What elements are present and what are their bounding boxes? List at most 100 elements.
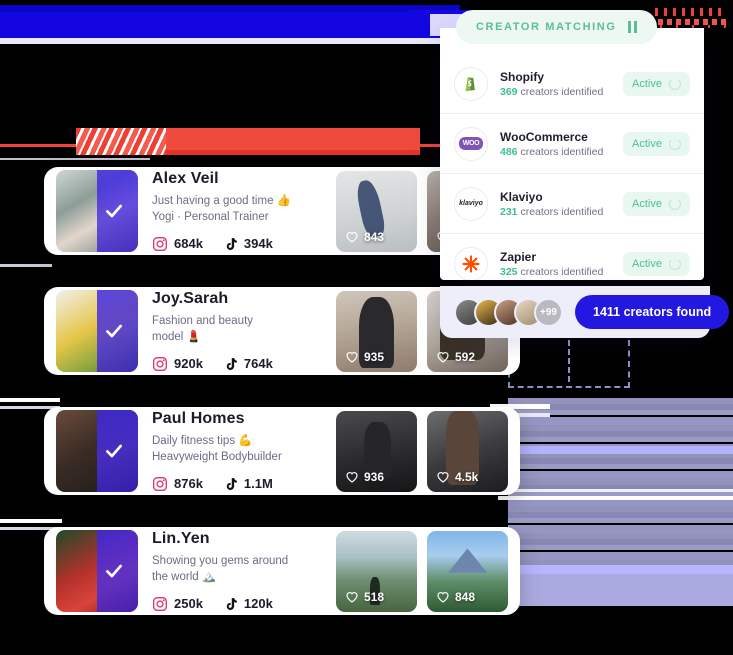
- loading-spinner-icon: [669, 197, 681, 210]
- creator-info: Paul Homes Daily fitness tips 💪 Heavywei…: [152, 410, 322, 491]
- post-thumbnail[interactable]: 843: [336, 170, 417, 252]
- panel-title: CREATOR MATCHING: [476, 21, 617, 33]
- integration-count-suffix: creators identified: [520, 145, 604, 158]
- glitch-red-hatch: [76, 128, 166, 155]
- tiktok-icon: [226, 477, 237, 490]
- heart-icon: [346, 591, 358, 603]
- tiktok-icon: [226, 357, 237, 370]
- creator-desc-line-1: Showing you gems around: [152, 555, 289, 568]
- glitch-red-line: [0, 144, 470, 147]
- status-badge[interactable]: Active: [623, 191, 690, 216]
- creator-info: Alex Veil Just having a good time 👍 Yogi…: [152, 170, 322, 251]
- tiktok-count: 120k: [243, 596, 273, 612]
- creator-stats: 876k 1.1M: [152, 476, 322, 492]
- instagram-icon: [153, 596, 167, 611]
- creator-desc-line-2: the world 🏔️: [152, 571, 217, 583]
- creator-desc-line-1: Just having a good time 👍: [152, 195, 291, 208]
- instagram-stat: 876k: [152, 476, 203, 492]
- status-badge[interactable]: Active: [623, 131, 690, 156]
- post-like-count: 843: [364, 229, 385, 244]
- post-like-count: 592: [455, 349, 476, 364]
- avatar: [56, 290, 138, 372]
- post-thumbnail[interactable]: 848: [427, 530, 508, 612]
- creator-posts: 936 4.5k: [336, 410, 508, 492]
- instagram-icon: [153, 356, 167, 371]
- integration-row[interactable]: Zapier 325 creators identified Active: [440, 234, 704, 280]
- glitch-blue-bar-top: [0, 5, 460, 12]
- integration-count: 231: [500, 205, 518, 218]
- check-icon: [106, 444, 122, 458]
- check-icon: [106, 564, 122, 578]
- creator-stats: 920k 764k: [152, 356, 322, 372]
- heart-icon: [437, 471, 449, 483]
- creator-desc-line-1: Fashion and beauty: [152, 315, 254, 328]
- integration-info: Shopify 369 creators identified: [500, 70, 611, 98]
- tiktok-stat: 764k: [223, 356, 273, 372]
- panel-footer: +99 1411 creators found: [440, 286, 730, 338]
- glitch-red-dots-2: [658, 19, 730, 25]
- integration-info: Klaviyo 231 creators identified: [500, 190, 611, 218]
- status-label: Active: [632, 197, 662, 210]
- integration-count-suffix: creators identified: [520, 85, 604, 98]
- creator-card[interactable]: Paul Homes Daily fitness tips 💪 Heavywei…: [44, 407, 520, 495]
- integration-name: Klaviyo: [500, 189, 543, 204]
- creator-name: Alex Veil: [152, 170, 219, 188]
- instagram-icon: [153, 236, 167, 251]
- post-thumbnail[interactable]: 935: [336, 290, 417, 372]
- instagram-count: 684k: [174, 236, 203, 252]
- post-likes: 4.5k: [436, 470, 478, 484]
- post-thumbnail[interactable]: 4.5k: [427, 410, 508, 492]
- creator-description: Showing you gems around the world 🏔️: [152, 554, 322, 585]
- integration-row[interactable]: WOO WooCommerce 486 creators identified …: [440, 114, 704, 174]
- instagram-stat: 250k: [152, 596, 203, 612]
- post-thumbnail[interactable]: 936: [336, 410, 417, 492]
- glitch-red-band-dark: [166, 150, 420, 155]
- creator-name: Paul Homes: [152, 410, 245, 428]
- heart-icon: [346, 351, 358, 363]
- heart-icon: [437, 351, 449, 363]
- creator-desc-line-2: model 💄: [152, 331, 201, 343]
- integration-row[interactable]: Shopify 369 creators identified Active: [440, 54, 704, 114]
- heart-icon: [437, 591, 449, 603]
- creator-stats: 684k 394k: [152, 236, 322, 252]
- heart-icon: [346, 231, 358, 243]
- tiktok-stat: 120k: [223, 596, 273, 612]
- instagram-stat: 920k: [152, 356, 203, 372]
- creator-matching-panel: Shopify 369 creators identified Active W…: [440, 28, 704, 280]
- shopify-logo: [454, 66, 488, 101]
- status-badge[interactable]: Active: [623, 252, 690, 276]
- glitch-blue-bar: [0, 12, 474, 38]
- avatar-overflow-count: +99: [534, 297, 563, 327]
- instagram-count: 876k: [174, 476, 203, 492]
- tiktok-stat: 1.1M: [223, 476, 273, 492]
- integration-count-suffix: creators identified: [520, 266, 604, 278]
- integration-subtitle: 486 creators identified: [500, 146, 611, 158]
- integration-row[interactable]: klaviyo Klaviyo 231 creators identified …: [440, 174, 704, 234]
- woocommerce-logo: WOO: [454, 126, 488, 161]
- status-badge[interactable]: Active: [623, 71, 690, 96]
- glitch-red-dots: [655, 8, 725, 16]
- creator-card[interactable]: Lin.Yen Showing you gems around the worl…: [44, 527, 520, 615]
- creators-found-button[interactable]: 1411 creators found: [575, 295, 730, 329]
- creator-desc-line-2: Heavyweight Bodybuilder: [152, 451, 282, 463]
- check-icon: [106, 324, 122, 338]
- avatar: [56, 530, 138, 612]
- creator-info: Lin.Yen Showing you gems around the worl…: [152, 530, 322, 611]
- pause-icon[interactable]: [628, 21, 638, 33]
- post-likes: 935: [345, 350, 384, 364]
- panel-title-pill: CREATOR MATCHING: [456, 10, 658, 44]
- creator-stats: 250k 120k: [152, 596, 322, 612]
- klaviyo-icon: klaviyo: [459, 200, 483, 207]
- check-icon: [106, 204, 122, 218]
- integration-name: WooCommerce: [500, 129, 588, 144]
- integration-subtitle: 231 creators identified: [500, 206, 611, 218]
- shopify-icon: [465, 76, 475, 91]
- zapier-logo: [454, 247, 488, 280]
- integration-subtitle: 369 creators identified: [500, 86, 611, 98]
- glitch-scanline: [0, 519, 62, 523]
- heart-icon: [346, 471, 358, 483]
- loading-spinner-icon: [669, 137, 681, 150]
- post-thumbnail[interactable]: 518: [336, 530, 417, 612]
- post-likes: 843: [345, 230, 384, 244]
- post-likes: 592: [436, 350, 475, 364]
